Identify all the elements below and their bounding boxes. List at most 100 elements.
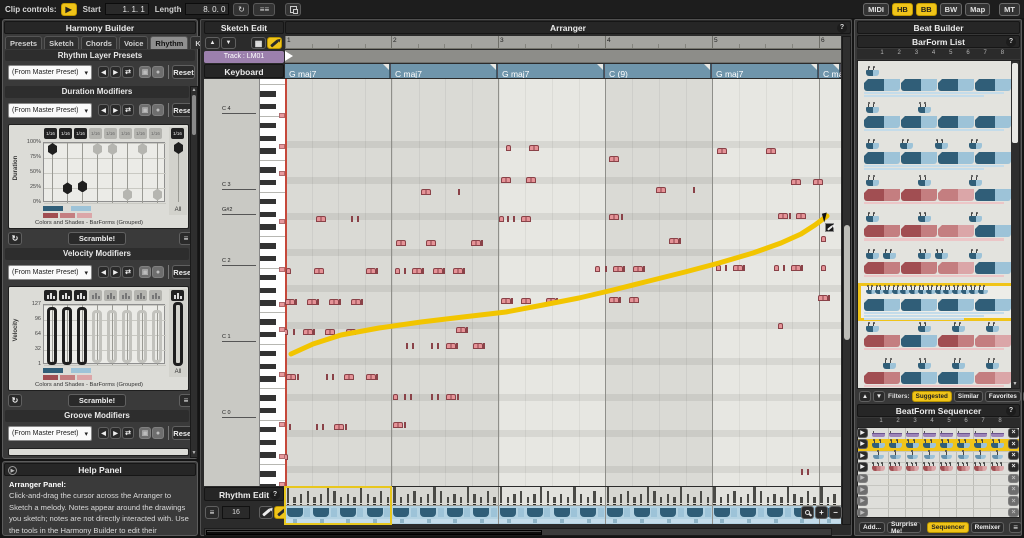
velocity-bar[interactable]	[440, 491, 443, 503]
chord-block[interactable]: G maj7	[285, 64, 390, 78]
barform-item[interactable]	[860, 321, 1016, 355]
preset-shuffle-icon[interactable]: ⇄	[122, 427, 134, 439]
preset-record-icon[interactable]: ●	[152, 427, 164, 439]
velocity-bar[interactable]	[660, 497, 663, 503]
note-single[interactable]	[716, 265, 721, 271]
row-play-icon[interactable]: ▶	[857, 439, 868, 449]
row-delete-icon[interactable]: ×	[1008, 428, 1019, 438]
black-key[interactable]	[260, 288, 276, 293]
note-pair[interactable]	[433, 268, 443, 274]
row-play-icon[interactable]: ▶	[857, 451, 868, 461]
velocity-bar[interactable]	[673, 497, 676, 503]
velocity-bar[interactable]	[827, 497, 830, 503]
barform-bar[interactable]	[864, 299, 1012, 311]
grid-select-icon[interactable]: ▦	[251, 37, 266, 49]
preset-shuffle-icon[interactable]: ⇄	[122, 266, 134, 278]
velocity-bar[interactable]	[760, 491, 763, 503]
velocity-bar[interactable]	[500, 487, 503, 503]
black-key[interactable]	[260, 199, 276, 204]
velocity-bar[interactable]	[400, 497, 403, 503]
velocity-bar[interactable]	[780, 497, 783, 503]
velocity-range-slider[interactable]	[47, 307, 57, 364]
preset-dropdown[interactable]: (From Master Preset)▾	[8, 103, 92, 118]
barform-beat-block[interactable]	[660, 508, 676, 517]
barform-beat-block[interactable]	[607, 508, 623, 517]
barform-bar[interactable]	[864, 189, 1012, 201]
note-pair[interactable]	[316, 216, 326, 222]
black-key[interactable]	[260, 136, 276, 141]
velocity-bar[interactable]	[407, 494, 410, 503]
note-pair[interactable]	[796, 213, 806, 219]
note-single[interactable]	[774, 265, 779, 271]
duration-slider-handle[interactable]	[108, 143, 117, 155]
barform-bar[interactable]	[864, 152, 1012, 164]
playhead-strip[interactable]	[285, 50, 841, 63]
velocity-bar[interactable]	[787, 487, 790, 503]
note-pair[interactable]	[307, 299, 317, 305]
note-pair[interactable]	[453, 268, 463, 274]
velocity-bar[interactable]	[593, 491, 596, 503]
velocity-bar[interactable]	[420, 497, 423, 503]
note-pair[interactable]	[346, 329, 356, 335]
velocity-range-slider-all[interactable]	[173, 302, 183, 366]
black-key[interactable]	[260, 224, 276, 229]
note-pair[interactable]	[669, 238, 679, 244]
barform-item[interactable]	[860, 248, 1016, 282]
barform-item[interactable]	[860, 358, 1016, 389]
velocity-range-slider[interactable]	[77, 307, 87, 364]
barform-item[interactable]	[860, 65, 1016, 99]
preset-snapshot-icon[interactable]: ▣	[139, 66, 151, 78]
piano-keyboard[interactable]	[259, 79, 285, 486]
preset-record-icon[interactable]: ●	[152, 104, 164, 116]
velocity-bar[interactable]	[600, 497, 603, 503]
play-icon[interactable]: ▶	[61, 3, 77, 16]
velocity-bar[interactable]	[580, 494, 583, 503]
list-scroll-down-icon[interactable]: ▼	[1011, 379, 1019, 389]
velocity-bar[interactable]	[567, 497, 570, 503]
velocity-bar[interactable]	[473, 494, 476, 503]
velocity-bar[interactable]	[727, 494, 730, 503]
note-pair[interactable]	[546, 298, 556, 304]
black-key[interactable]	[260, 332, 276, 337]
preset-prev-icon[interactable]: ◀	[98, 104, 109, 116]
velocity-bar[interactable]	[633, 497, 636, 503]
velocity-bar[interactable]	[833, 494, 836, 503]
note-pair[interactable]	[314, 268, 324, 274]
velocity-range-slider[interactable]	[107, 310, 117, 363]
duration-slider-handle[interactable]	[63, 182, 72, 194]
velocity-bar[interactable]	[667, 494, 670, 503]
rhythm-menu-icon[interactable]: ≡	[205, 506, 219, 519]
note-single[interactable]	[286, 268, 291, 274]
note-pair[interactable]	[446, 394, 456, 400]
note-single[interactable]	[821, 265, 826, 271]
duration-slider-handle[interactable]	[93, 143, 102, 155]
note-pair[interactable]	[334, 424, 344, 430]
velocity-bar[interactable]	[700, 491, 703, 503]
velocity-bar[interactable]	[553, 497, 556, 503]
velocity-scramble-button[interactable]: Scramble!	[68, 394, 126, 407]
black-key[interactable]	[260, 319, 276, 324]
note-pair[interactable]	[366, 374, 376, 380]
note-pair[interactable]	[421, 189, 431, 195]
note-pair[interactable]	[609, 214, 619, 220]
tab-presets[interactable]: Presets	[5, 36, 42, 49]
note-pair[interactable]	[778, 213, 788, 219]
note-single[interactable]	[285, 329, 288, 335]
velocity-bar[interactable]	[813, 497, 816, 503]
sketch-brush-icon[interactable]	[267, 37, 282, 49]
note-single[interactable]	[393, 394, 398, 400]
note-pair[interactable]	[526, 177, 536, 183]
velocity-bar[interactable]	[747, 494, 750, 503]
v-scrollbar-handle[interactable]	[844, 225, 850, 340]
note-pair[interactable]	[303, 329, 313, 335]
note-pair[interactable]	[656, 187, 666, 193]
note-pair[interactable]	[609, 156, 619, 162]
footer-menu-icon[interactable]: ≡	[1009, 522, 1022, 533]
preset-dropdown[interactable]: (From Master Preset)▾	[8, 65, 92, 80]
velocity-bar[interactable]	[460, 497, 463, 503]
playhead-marker-icon[interactable]	[285, 51, 293, 61]
scroll-up-icon[interactable]: ▲	[191, 87, 197, 94]
barform-beat-block[interactable]	[447, 508, 463, 517]
barform-bar[interactable]	[864, 372, 1012, 384]
piano-roll[interactable]	[285, 79, 841, 486]
